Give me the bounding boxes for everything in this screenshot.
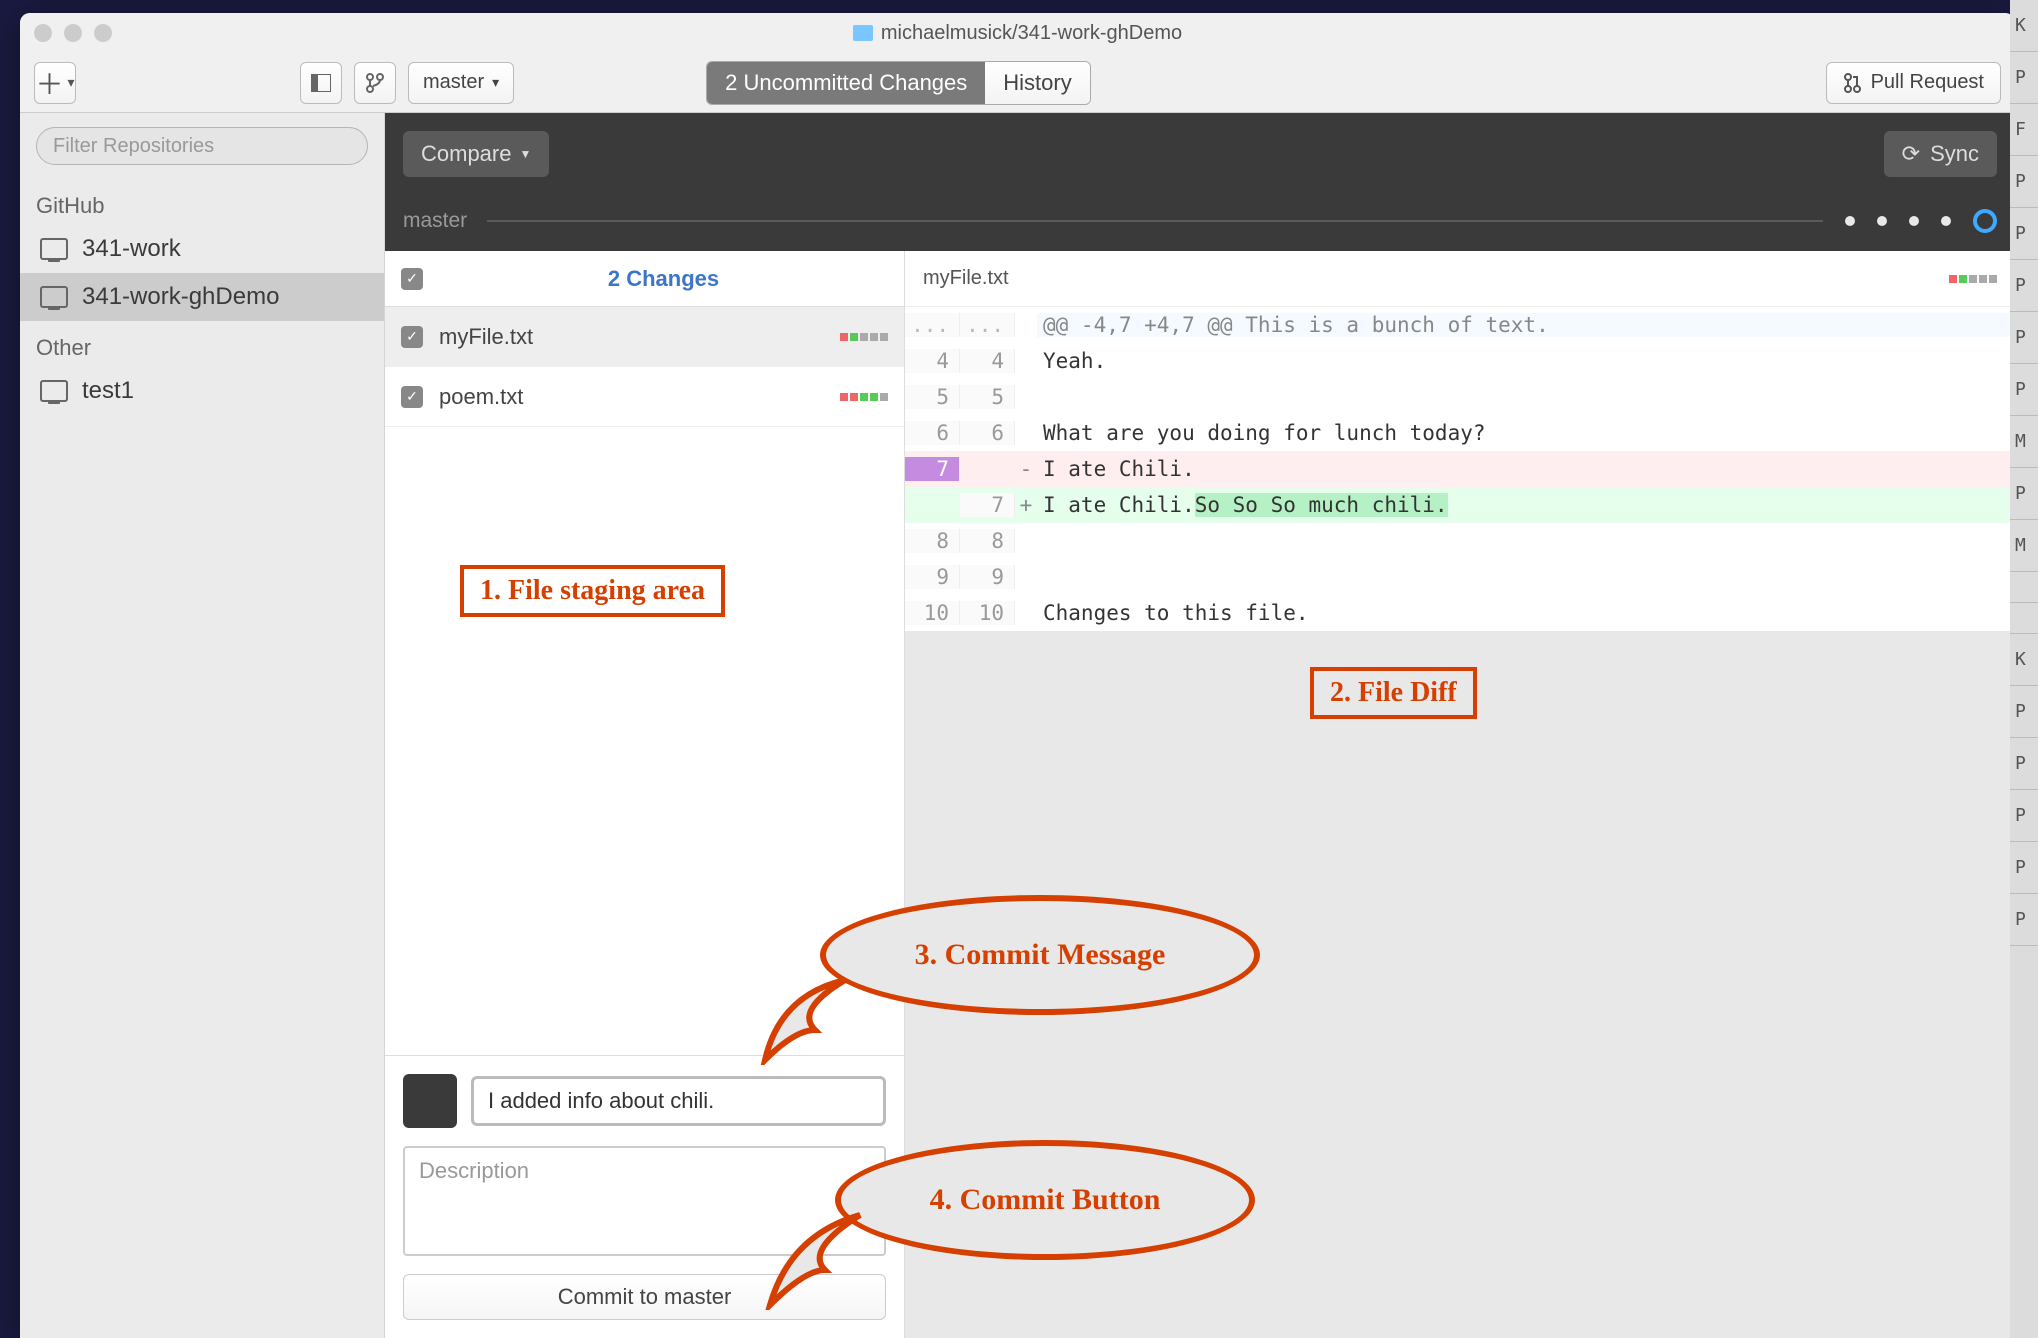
sidebar-item-test1[interactable]: test1 xyxy=(20,367,384,415)
close-window-icon[interactable] xyxy=(34,24,52,42)
tab-changes[interactable]: 2 Uncommitted Changes xyxy=(707,62,985,104)
repo-icon xyxy=(40,380,68,402)
chevron-down-icon: ▾ xyxy=(492,74,499,91)
annotation-2: 2. File Diff xyxy=(1310,667,1477,719)
diff-filename: myFile.txt xyxy=(923,267,1009,290)
sidebar-group-github: GitHub xyxy=(20,179,384,225)
commit-dot[interactable] xyxy=(1909,216,1919,226)
changes-panel: ✓ 2 Changes ✓ myFile.txt ✓ poem.txt xyxy=(385,251,905,1338)
sidebar-item-341-work-ghdemo[interactable]: 341-work-ghDemo xyxy=(20,273,384,321)
compare-bar: Compare ▼ ⟳Sync master xyxy=(385,113,2015,251)
annotation-4-callout: 4. Commit Button xyxy=(835,1140,1255,1260)
filter-repos-input[interactable]: Filter Repositories xyxy=(36,127,368,165)
toolbar: ＋▾ master ▾ 2 Uncommitted Changes Histor… xyxy=(20,53,2015,113)
repo-icon xyxy=(40,238,68,260)
stage-checkbox[interactable]: ✓ xyxy=(401,386,423,408)
commit-dot[interactable] xyxy=(1877,216,1887,226)
repo-icon xyxy=(40,286,68,308)
diff-indicator xyxy=(840,333,888,341)
create-branch-button[interactable] xyxy=(354,62,396,104)
avatar xyxy=(403,1074,457,1128)
titlebar: michaelmusick/341-work-ghDemo xyxy=(20,13,2015,53)
commit-dot[interactable] xyxy=(1845,216,1855,226)
branch-name: master xyxy=(423,71,484,94)
tab-history[interactable]: History xyxy=(985,62,1089,104)
diff-body: ......@@ -4,7 +4,7 @@ This is a bunch of… xyxy=(905,307,2015,631)
compare-button[interactable]: Compare ▼ xyxy=(403,131,549,177)
stage-checkbox[interactable]: ✓ xyxy=(401,326,423,348)
chevron-down-icon: ▼ xyxy=(519,147,531,161)
file-item-myfile[interactable]: ✓ myFile.txt xyxy=(385,307,904,367)
folder-icon xyxy=(853,25,873,41)
diff-indicator xyxy=(1949,275,1997,283)
sidebar-group-other: Other xyxy=(20,321,384,367)
diff-indicator xyxy=(840,393,888,401)
changes-count: 2 Changes xyxy=(439,266,888,292)
branch-selector[interactable]: master ▾ xyxy=(408,62,514,104)
annotation-3-callout: 3. Commit Message xyxy=(820,895,1260,1015)
pull-request-label: Pull Request xyxy=(1871,71,1984,94)
pull-request-button[interactable]: Pull Request xyxy=(1826,62,2001,104)
current-commit-dot[interactable] xyxy=(1973,209,1997,233)
add-repo-button[interactable]: ＋▾ xyxy=(34,62,76,104)
minimize-window-icon[interactable] xyxy=(64,24,82,42)
commit-dot[interactable] xyxy=(1941,216,1951,226)
timeline-branch-label: master xyxy=(403,209,467,233)
commit-summary-input[interactable] xyxy=(471,1076,886,1126)
zoom-window-icon[interactable] xyxy=(94,24,112,42)
annotation-1: 1. File staging area xyxy=(460,565,725,617)
commit-timeline xyxy=(487,209,1997,233)
background-gutter: KPFPPPPPMPMKPPPPP xyxy=(2010,0,2038,1338)
window-title: michaelmusick/341-work-ghDemo xyxy=(881,22,1182,45)
sidebar: Filter Repositories GitHub 341-work 341-… xyxy=(20,113,385,1338)
file-item-poem[interactable]: ✓ poem.txt xyxy=(385,367,904,427)
sidebar-item-341-work[interactable]: 341-work xyxy=(20,225,384,273)
stage-all-checkbox[interactable]: ✓ xyxy=(401,268,423,290)
sync-icon: ⟳ xyxy=(1902,141,1920,167)
toggle-sidebar-button[interactable] xyxy=(300,62,342,104)
sync-button[interactable]: ⟳Sync xyxy=(1884,131,1997,177)
